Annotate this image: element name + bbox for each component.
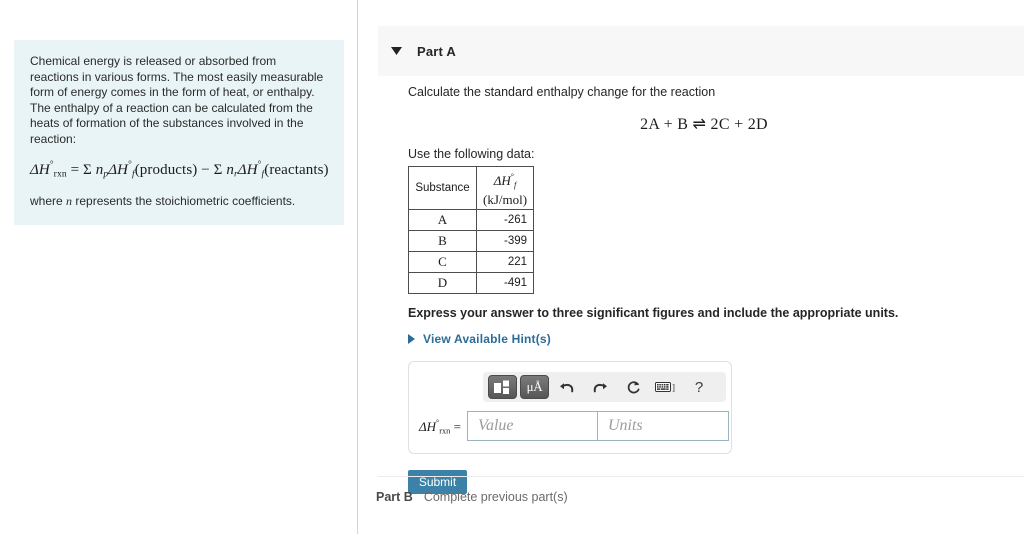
- cell-enthalpy-value: -399: [475, 230, 535, 253]
- equation-dh-2: ΔH: [237, 161, 258, 178]
- table-header-row: Substance ΔH°f (kJ/mol): [408, 165, 535, 211]
- answer-label-symbol: ΔH: [419, 418, 437, 434]
- answer-toolbar: μÅ] ?: [483, 372, 726, 403]
- equation-sigma-2: Σ: [213, 161, 223, 178]
- cell-substance: D: [408, 272, 477, 295]
- answer-label-sub: rxn: [439, 426, 451, 436]
- equation-products-label: (products): [134, 161, 198, 178]
- question-pane: Part A Calculate the standard enthalpy c…: [358, 0, 1024, 534]
- part-b-row[interactable]: Part B Complete previous part(s): [376, 490, 568, 504]
- table-row: A -261: [408, 209, 535, 232]
- equation-dh-1: ΔH: [108, 161, 129, 178]
- equation-sigma-1: Σ: [83, 161, 92, 178]
- footnote-pre: where: [30, 193, 67, 208]
- table-row: C 221: [408, 251, 535, 274]
- template-blocks-icon[interactable]: [488, 375, 517, 400]
- part-a-body: Calculate the standard enthalpy change f…: [408, 84, 1018, 495]
- keyboard-icon[interactable]: ]: [651, 375, 681, 399]
- table-row: B -399: [408, 230, 535, 253]
- footnote-post: represents the stoichiometric coefficien…: [72, 193, 296, 208]
- table-row: D -491: [408, 272, 535, 295]
- cell-enthalpy-value: 221: [475, 251, 535, 274]
- header-dh-units: (kJ/mol): [483, 192, 528, 208]
- part-a-header[interactable]: Part A: [378, 26, 1024, 76]
- section-divider: [378, 476, 1024, 477]
- cell-enthalpy-value: -491: [475, 272, 535, 295]
- equation-n-2: n: [226, 161, 234, 178]
- header-dh-symbol: ΔH: [493, 173, 511, 189]
- cell-substance: A: [408, 209, 477, 232]
- view-hints-label: View Available Hint(s): [423, 332, 551, 347]
- view-hints-toggle[interactable]: View Available Hint(s): [408, 332, 551, 346]
- equation-lhs-sub: rxn: [53, 168, 67, 180]
- redo-icon[interactable]: [585, 375, 615, 399]
- equation-minus: −: [201, 161, 210, 178]
- part-b-title: Part B: [376, 490, 413, 504]
- answer-label: ΔH°rxn =: [419, 418, 467, 435]
- undo-icon[interactable]: [552, 375, 582, 399]
- info-footnote: where n represents the stoichiometric co…: [30, 194, 328, 209]
- answer-format-note: Express your answer to three significant…: [408, 306, 899, 321]
- column-header-substance: Substance: [408, 165, 477, 211]
- caret-right-icon: [408, 334, 415, 345]
- answer-input-card: μÅ] ? ΔH°rxn = Value Units: [408, 361, 732, 455]
- cell-substance: B: [408, 230, 477, 253]
- part-b-status: Complete previous part(s): [423, 490, 568, 504]
- help-icon[interactable]: ?: [684, 375, 714, 399]
- units-label: μÅ: [526, 379, 543, 395]
- use-data-label: Use the following data:: [408, 147, 535, 161]
- reaction-equation: 2A + B ⇌ 2C + 2D: [640, 116, 768, 133]
- part-a-title: Part A: [417, 43, 457, 59]
- reset-icon[interactable]: [618, 375, 648, 399]
- column-header-enthalpy: ΔH°f (kJ/mol): [475, 165, 535, 211]
- equation-equals: =: [70, 161, 80, 178]
- answer-input-row: ΔH°rxn =: [419, 411, 729, 442]
- answer-value-input[interactable]: [466, 411, 598, 442]
- cell-substance: C: [408, 251, 477, 274]
- question-prompt: Calculate the standard enthalpy change f…: [408, 85, 716, 99]
- enthalpy-data-table: Substance ΔH°f (kJ/mol) A -261 B -399 C 221 D -…: [408, 165, 535, 295]
- answer-label-equals: =: [453, 418, 461, 434]
- equation-lhs-symbol: ΔH: [30, 161, 50, 178]
- caret-down-icon[interactable]: [388, 43, 404, 59]
- units-micro-angstrom-icon[interactable]: μÅ: [520, 375, 549, 400]
- equation-reactants-label: (reactants): [264, 161, 329, 178]
- page-root: Chemical energy is released or absorbed …: [0, 0, 1024, 534]
- cell-enthalpy-value: -261: [475, 209, 535, 232]
- info-equation: ΔH°rxn = Σ npΔH°f(products) − Σ nrΔH°f(r…: [30, 160, 329, 180]
- svg-text:]: ]: [672, 383, 675, 393]
- info-panel: Chemical energy is released or absorbed …: [14, 40, 344, 225]
- answer-units-input[interactable]: [597, 411, 729, 442]
- info-paragraph: Chemical energy is released or absorbed …: [30, 54, 324, 146]
- header-dh-sub: f: [514, 180, 517, 190]
